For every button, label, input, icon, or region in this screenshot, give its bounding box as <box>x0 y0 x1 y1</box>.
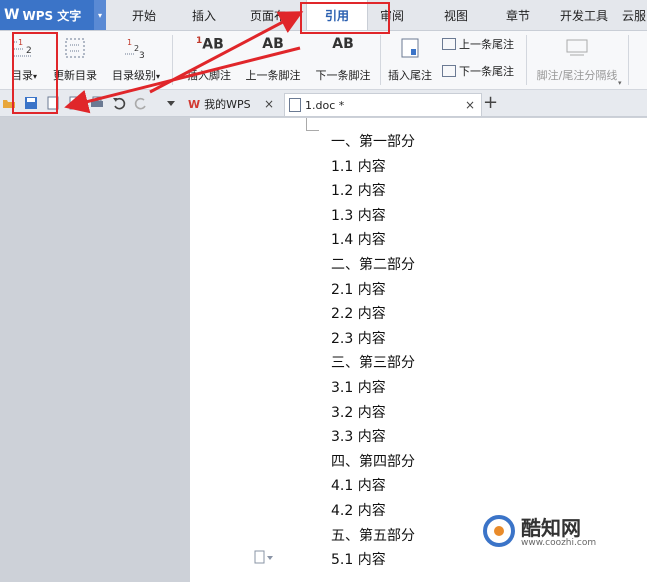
page-layout-icon[interactable] <box>254 550 274 567</box>
document-line: 4.1 内容 <box>331 478 386 495</box>
toc-level-icon: 1 2 3 <box>123 36 149 61</box>
tab-developer[interactable]: 开发工具 <box>554 0 614 30</box>
watermark-name: 酷知网 <box>521 516 581 540</box>
quick-access-more-icon[interactable] <box>164 95 178 109</box>
toc-level-label: 目录级别 <box>111 69 156 82</box>
separator-line-icon <box>564 36 590 60</box>
document-line: 1.1 内容 <box>331 158 386 175</box>
next-footnote-icon: AB <box>330 36 356 60</box>
annotation-box-toc-button <box>12 32 58 114</box>
insert-footnote-glyph: AB <box>202 36 224 53</box>
prev-endnote-label: 上一条尾注 <box>459 38 514 51</box>
tab-insert[interactable]: 插入 <box>178 0 230 30</box>
app-menu-button[interactable]: W WPS 文字 ▾ <box>0 0 106 30</box>
separator-line-button[interactable]: 脚注/尾注分隔线 <box>532 31 622 89</box>
close-icon[interactable]: × <box>264 97 274 111</box>
document-line: 3.3 内容 <box>331 429 386 446</box>
print-icon[interactable] <box>90 95 104 109</box>
svg-text:1: 1 <box>127 38 132 47</box>
tab-cloud[interactable]: 云服 <box>622 0 647 30</box>
ribbon-separator <box>172 35 173 85</box>
svg-text:3: 3 <box>139 51 145 60</box>
next-endnote-label: 下一条尾注 <box>459 65 514 78</box>
document-line: 2.1 内容 <box>331 281 386 298</box>
document-line: 2.2 内容 <box>331 306 386 323</box>
margin-mark <box>306 118 319 131</box>
close-icon[interactable]: × <box>465 98 475 112</box>
dialog-launcher-icon[interactable]: ▾ <box>618 79 622 87</box>
insert-footnote-label: 插入脚注 <box>187 69 231 82</box>
watermark-url: www.coozhi.com <box>521 538 597 548</box>
app-title: WPS 文字 <box>22 8 82 23</box>
document-line: 二、第二部分 <box>331 257 415 273</box>
document-line: 4.2 内容 <box>331 503 386 519</box>
document-icon <box>289 98 301 112</box>
document-line: 五、第五部分 <box>331 527 415 544</box>
insert-footnote-button[interactable]: 1AB 插入脚注 <box>180 31 238 89</box>
next-endnote-button[interactable]: 下一条尾注 <box>442 62 514 80</box>
wps-brand-icon: W <box>188 97 201 111</box>
next-footnote-button[interactable]: AB 下一条脚注 <box>310 31 376 89</box>
toc-level-button[interactable]: 1 2 3 目录级别▾ <box>106 31 166 89</box>
prev-footnote-glyph: AB <box>262 36 284 52</box>
tab-my-wps-label: 我的WPS <box>204 98 251 111</box>
document-line: 1.3 内容 <box>331 207 386 224</box>
separator-line-label: 脚注/尾注分隔线 <box>536 69 618 82</box>
new-tab-button[interactable]: + <box>483 92 498 113</box>
document-line: 四、第四部分 <box>331 453 415 470</box>
toc-level-dropdown-icon: ▾ <box>155 72 160 81</box>
ribbon-separator <box>380 35 381 85</box>
print-preview-icon[interactable] <box>68 95 82 110</box>
coozhi-logo-icon <box>483 515 515 547</box>
document-line: 3.2 内容 <box>331 404 386 421</box>
prev-endnote-button[interactable]: 上一条尾注 <box>442 35 514 53</box>
document-line: 三、第三部分 <box>331 355 415 372</box>
update-toc-label: 更新目录 <box>53 69 97 82</box>
next-footnote-label: 下一条脚注 <box>315 69 371 82</box>
prev-footnote-label: 上一条脚注 <box>245 69 301 82</box>
insert-endnote-icon <box>397 36 423 60</box>
prev-footnote-button[interactable]: AB 上一条脚注 <box>240 31 306 89</box>
ribbon-separator <box>628 35 629 85</box>
annotation-box-references-tab <box>300 2 390 34</box>
update-toc-icon <box>62 36 88 60</box>
ribbon-separator <box>526 35 527 85</box>
tab-page-layout[interactable]: 页面布 <box>238 0 298 30</box>
tab-document-label: 1.doc * <box>305 98 345 112</box>
insert-endnote-button[interactable]: 插入尾注 <box>384 31 436 89</box>
prev-footnote-icon: AB <box>260 36 286 60</box>
app-menu-dropdown-icon[interactable]: ▾ <box>94 0 106 30</box>
watermark: 酷知网 www.coozhi.com <box>483 512 633 552</box>
document-line: 2.3 内容 <box>331 330 386 347</box>
prev-endnote-icon <box>442 38 456 50</box>
document-line: 5.1 内容 <box>331 552 386 569</box>
document-line: 3.1 内容 <box>331 380 386 396</box>
next-footnote-glyph: AB <box>332 36 354 52</box>
document-line: 1.4 内容 <box>331 232 386 249</box>
next-endnote-icon <box>442 65 456 77</box>
document-line: 一、第一部分 <box>331 134 415 150</box>
undo-icon[interactable] <box>112 95 126 110</box>
wps-logo-icon: W <box>4 7 20 23</box>
insert-endnote-label: 插入尾注 <box>388 69 432 82</box>
tab-my-wps[interactable]: W 我的WPS × <box>184 93 280 115</box>
tab-document[interactable]: 1.doc * × <box>284 93 482 116</box>
tab-view[interactable]: 视图 <box>430 0 482 30</box>
tab-home[interactable]: 开始 <box>118 0 170 30</box>
document-line: 1.2 内容 <box>331 183 386 200</box>
tab-chapter[interactable]: 章节 <box>492 0 544 30</box>
ribbon: 1 2 目录▾ 更新目录 1 2 3 目录级别▾ 1AB 插入脚注 AB 上一条… <box>0 31 647 90</box>
redo-icon[interactable] <box>134 95 148 110</box>
insert-footnote-icon: 1AB <box>196 36 224 60</box>
tab-bar: W 我的WPS × 1.doc * × + <box>0 90 647 117</box>
